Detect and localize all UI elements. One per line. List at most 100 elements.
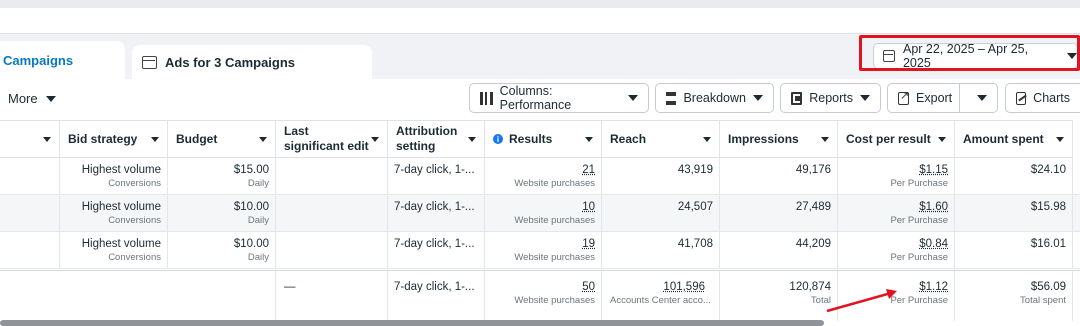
results-value[interactable]: 19: [491, 236, 595, 252]
chevron-down-icon: [628, 95, 638, 101]
chevron-down-icon: [1056, 136, 1064, 142]
amount-spent-cell: $24.10: [955, 158, 1073, 195]
last-edit-value: —: [284, 281, 296, 293]
breakdown-icon: [666, 91, 677, 105]
cost-per-result-cell[interactable]: $0.84 Per Purchase: [838, 232, 955, 269]
header-label: Reach: [610, 131, 647, 146]
chevron-down-icon: [585, 136, 593, 142]
cost-per-result-sub: Per Purchase: [890, 178, 948, 189]
header-label: Attribution setting: [396, 124, 458, 153]
table-row[interactable]: Highest volume Conversions $15.00 Daily 7-…: [0, 158, 1080, 195]
bid-strategy-value: Highest volume: [81, 164, 161, 176]
bid-strategy-value: Highest volume: [81, 201, 161, 213]
charts-label: Charts: [1033, 91, 1070, 105]
columns-button[interactable]: Columns: Performance: [469, 83, 649, 113]
header-label: Impressions: [728, 131, 799, 146]
chevron-down-icon[interactable]: [977, 95, 987, 101]
more-menu[interactable]: More: [8, 91, 56, 106]
column-header-last-edit[interactable]: Last significant edit: [276, 120, 388, 158]
column-header-name[interactable]: [0, 120, 60, 158]
reports-label: Reports: [809, 91, 853, 105]
cost-per-result-cell[interactable]: $1.15 Per Purchase: [838, 158, 955, 195]
chevron-down-icon: [860, 95, 870, 101]
results-sub: Website purchases: [514, 178, 595, 189]
table-row[interactable]: Highest volume Conversions $10.00 Daily 7-…: [0, 232, 1080, 269]
amount-spent-value: $16.01: [1030, 238, 1066, 250]
reports-button[interactable]: Reports: [780, 83, 881, 113]
cost-per-result-value[interactable]: $0.84: [844, 236, 948, 252]
columns-icon: [480, 91, 493, 105]
cost-per-result-cell[interactable]: $1.60 Per Purchase: [838, 195, 955, 232]
breakdown-button[interactable]: Breakdown: [655, 83, 774, 113]
attribution-value: 7-day click, 1-...: [394, 201, 475, 213]
column-header-amount-spent[interactable]: Amount spent: [955, 120, 1073, 158]
tab-ads[interactable]: Ads for 3 Campaigns: [132, 45, 372, 79]
attribution-value: 7-day click, 1-...: [394, 164, 475, 176]
chevron-down-icon: [45, 95, 56, 102]
results-value[interactable]: 50: [491, 279, 595, 295]
chevron-down-icon: [938, 136, 946, 142]
budget-value: $15.00: [233, 164, 269, 176]
budget-sub: Daily: [247, 215, 269, 226]
charts-button[interactable]: Charts: [1005, 83, 1080, 113]
header-label: Cost per result: [846, 131, 931, 146]
column-header-attribution[interactable]: Attribution setting: [388, 120, 485, 158]
column-header-cost-per-result[interactable]: Cost per result: [838, 120, 955, 158]
amount-spent-value: $24.10: [1030, 164, 1066, 176]
ads-icon: [142, 55, 157, 69]
bid-strategy-sub: Conversions: [108, 215, 161, 226]
export-label: Export: [916, 91, 953, 105]
tab-campaigns[interactable]: Campaigns: [0, 41, 125, 79]
impressions-cell: 44,209: [720, 232, 838, 269]
export-button[interactable]: Export: [887, 83, 998, 113]
results-sub: Website purchases: [514, 252, 595, 263]
column-header-budget[interactable]: Budget: [168, 120, 276, 158]
column-header-reach[interactable]: Reach: [602, 120, 720, 158]
column-header-results[interactable]: i Results: [485, 120, 602, 158]
name-cell: [0, 195, 60, 232]
horizontal-scrollbar[interactable]: [0, 320, 824, 326]
impressions-value: 49,176: [795, 164, 831, 176]
results-value[interactable]: 21: [491, 162, 595, 178]
header-label: Last significant edit: [284, 124, 369, 153]
name-cell: [0, 158, 60, 195]
info-icon[interactable]: i: [493, 134, 503, 144]
attribution-cell: 7-day click, 1-...: [388, 232, 485, 269]
header-label: Bid strategy: [68, 131, 138, 146]
bid-strategy-sub: Conversions: [108, 252, 161, 263]
results-cell[interactable]: 10 Website purchases: [485, 195, 602, 232]
cost-per-result-value[interactable]: $1.15: [844, 162, 948, 178]
results-cell[interactable]: 50 Website purchases: [485, 271, 602, 321]
tab-campaigns-label: Campaigns: [3, 52, 74, 68]
chevron-down-icon: [703, 136, 711, 142]
results-cell[interactable]: 21 Website purchases: [485, 158, 602, 195]
header-label: Results: [509, 131, 553, 146]
bid-strategy-cell: Highest volume Conversions: [60, 232, 168, 269]
amount-spent-value: $15.98: [1030, 201, 1066, 213]
bid-strategy-sub: Conversions: [108, 178, 161, 189]
reach-cell: 41,708: [602, 232, 720, 269]
chevron-down-icon: [468, 136, 476, 142]
cost-per-result-sub: Per Purchase: [890, 252, 948, 263]
last-edit-cell: —: [276, 271, 388, 321]
bid-strategy-cell: Highest volume Conversions: [60, 195, 168, 232]
reach-value[interactable]: 101,596: [610, 279, 713, 295]
chevron-down-icon: [151, 136, 159, 142]
cost-per-result-sub: Per Purchase: [890, 215, 948, 226]
reach-cell[interactable]: 101,596 Accounts Center acco...: [602, 271, 720, 321]
chevron-down-icon: [753, 95, 763, 101]
budget-cell: $10.00 Daily: [168, 232, 276, 269]
amount-spent-sub: Total spent: [1020, 295, 1066, 306]
budget-cell: $15.00 Daily: [168, 158, 276, 195]
cost-per-result-value[interactable]: $1.60: [844, 199, 948, 215]
results-value[interactable]: 10: [491, 199, 595, 215]
table-row[interactable]: Highest volume Conversions $10.00 Daily 7-…: [0, 195, 1080, 232]
budget-value: $10.00: [233, 201, 269, 213]
reach-value: 43,919: [677, 164, 713, 176]
annotation-arrow-icon: [826, 289, 897, 313]
column-header-bid-strategy[interactable]: Bid strategy: [60, 120, 168, 158]
column-header-impressions[interactable]: Impressions: [720, 120, 838, 158]
results-cell[interactable]: 19 Website purchases: [485, 232, 602, 269]
last-edit-cell: [276, 158, 388, 195]
reach-value: 24,507: [677, 201, 713, 213]
